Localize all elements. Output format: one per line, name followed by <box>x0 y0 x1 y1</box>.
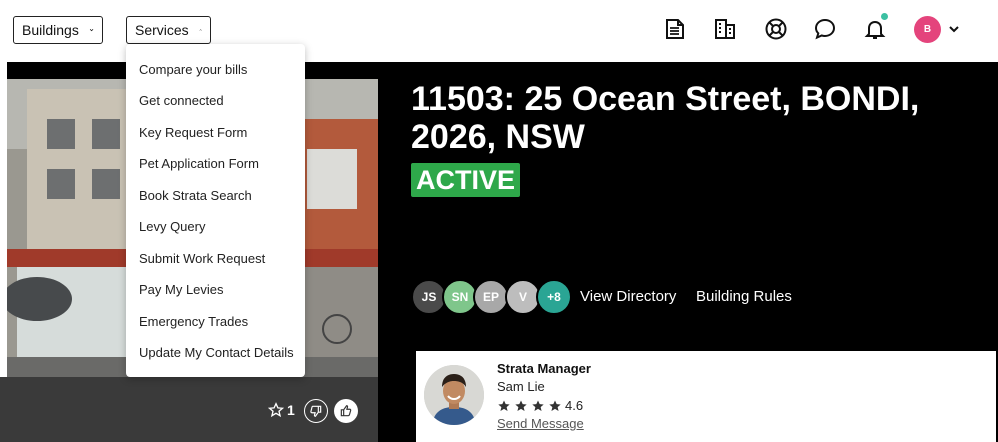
menu-item-pay-levies[interactable]: Pay My Levies <box>139 282 224 297</box>
user-initial: B <box>923 24 932 35</box>
more-people-badge[interactable]: +8 <box>536 279 572 315</box>
like-button[interactable] <box>334 399 358 423</box>
notification-dot <box>881 13 888 20</box>
star-outline-icon <box>268 402 284 418</box>
thumbs-down-icon <box>310 405 322 417</box>
buildings-dropdown-button[interactable]: Buildings <box>13 16 103 44</box>
menu-item-key-request[interactable]: Key Request Form <box>139 125 247 140</box>
menu-item-strata-search[interactable]: Book Strata Search <box>139 188 252 203</box>
chat-icon[interactable] <box>812 16 838 42</box>
send-message-link[interactable]: Send Message <box>497 416 584 431</box>
building-title: 11503: 25 Ocean Street, BONDI, 2026, NSW <box>411 80 920 156</box>
person-avatar[interactable]: EP <box>473 279 509 315</box>
manager-rating: 4.6 <box>497 398 583 413</box>
menu-item-pet-application[interactable]: Pet Application Form <box>139 156 259 171</box>
menu-item-work-request[interactable]: Submit Work Request <box>139 251 265 266</box>
favourite-button[interactable]: 1 <box>268 402 295 418</box>
manager-name: Sam Lie <box>497 379 545 394</box>
chevron-down-icon <box>89 28 94 32</box>
building-rules-link[interactable]: Building Rules <box>696 288 792 305</box>
view-directory-link[interactable]: View Directory <box>580 288 676 305</box>
building-icon[interactable] <box>712 16 738 42</box>
user-avatar[interactable]: B <box>914 16 941 43</box>
manager-avatar <box>424 365 484 425</box>
star-icon <box>532 399 544 411</box>
star-icon <box>498 399 510 411</box>
services-label: Services <box>135 22 189 38</box>
buildings-label: Buildings <box>22 22 79 38</box>
rating-value: 4.6 <box>565 398 584 413</box>
help-icon[interactable] <box>763 16 789 42</box>
dislike-button[interactable] <box>304 399 328 423</box>
menu-item-compare-bills[interactable]: Compare your bills <box>139 62 247 77</box>
status-badge: ACTIVE <box>411 163 521 197</box>
star-icon <box>549 399 561 411</box>
services-menu: Compare your bills Get connected Key Req… <box>126 44 305 377</box>
services-dropdown-button[interactable]: Services <box>126 16 211 44</box>
thumbs-up-icon <box>340 405 352 417</box>
manager-role: Strata Manager <box>497 361 591 376</box>
star-icon <box>515 399 527 411</box>
menu-item-update-contact[interactable]: Update My Contact Details <box>139 345 294 360</box>
bell-icon[interactable] <box>862 13 888 42</box>
menu-item-get-connected[interactable]: Get connected <box>139 93 224 108</box>
chevron-down-icon[interactable] <box>948 23 960 35</box>
star-count: 1 <box>287 402 295 418</box>
menu-item-levy-query[interactable]: Levy Query <box>139 219 205 234</box>
chevron-up-icon <box>199 29 202 31</box>
menu-item-emergency-trades[interactable]: Emergency Trades <box>139 314 248 329</box>
document-icon[interactable] <box>662 16 688 42</box>
